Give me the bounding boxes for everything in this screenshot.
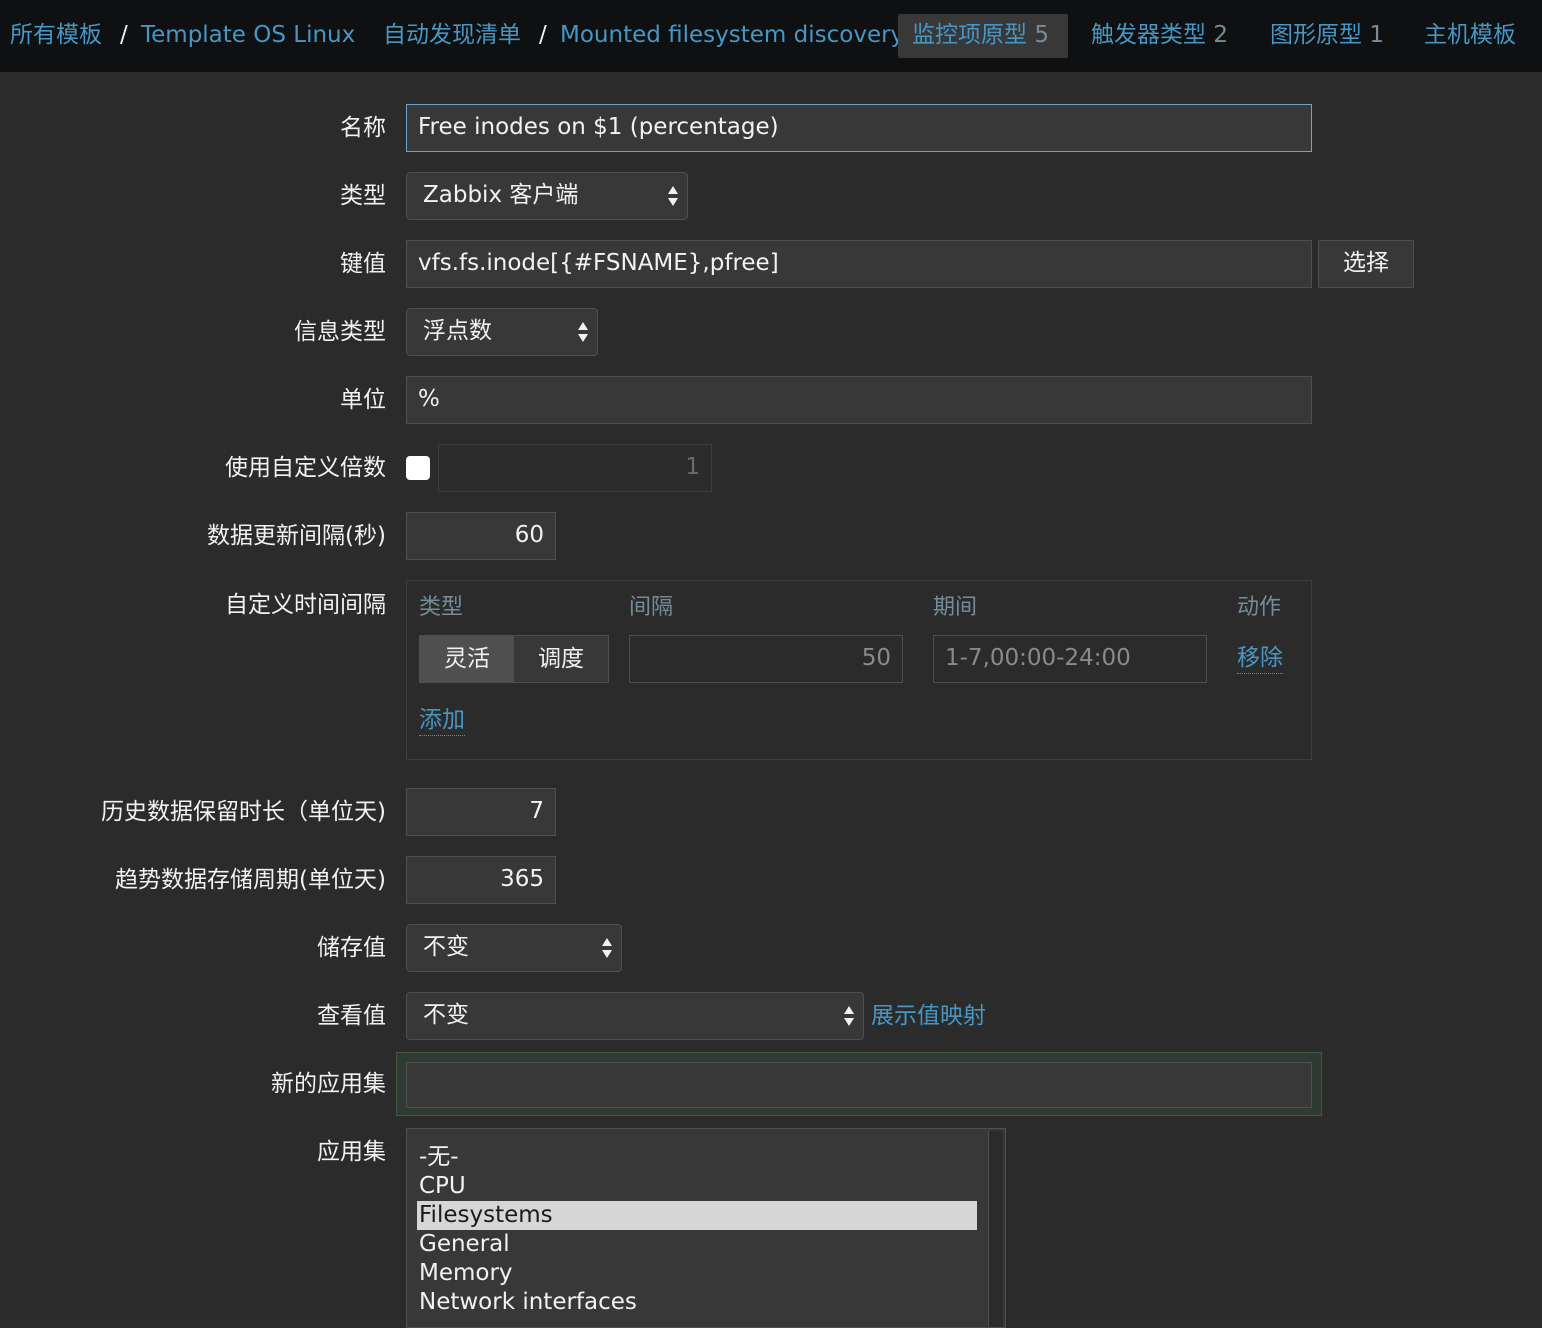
breadcrumb-discovery-rule[interactable]: Mounted filesystem discovery	[560, 20, 904, 50]
multiplier-checkbox[interactable]	[406, 456, 430, 480]
application-option[interactable]: General	[417, 1230, 977, 1259]
tab-item-prototypes[interactable]: 监控项原型 5	[898, 14, 1068, 58]
history-input[interactable]: 7	[406, 788, 556, 836]
new-application-label: 新的应用集	[271, 1071, 386, 1097]
ci-type-toggle: 灵活 调度	[419, 635, 609, 683]
tab-count: 2	[1213, 22, 1228, 48]
show-value-select[interactable]: 不变	[406, 992, 864, 1040]
store-value-label: 储存值	[317, 935, 386, 961]
breadcrumb-separator: /	[120, 22, 128, 48]
multiplier-label: 使用自定义倍数	[225, 455, 386, 481]
application-option[interactable]: -无-	[417, 1143, 977, 1172]
key-input[interactable]: vfs.fs.inode[{#FSNAME},pfree]	[406, 240, 1312, 288]
type-select[interactable]: Zabbix 客户端	[406, 172, 688, 220]
ci-header-action: 动作	[1237, 595, 1282, 620]
breadcrumb-template[interactable]: Template OS Linux	[141, 20, 355, 50]
ci-period-input[interactable]: 1-7,00:00-24:00	[933, 635, 1207, 683]
select-arrows-icon	[602, 938, 612, 958]
ci-type-flexible-button[interactable]: 灵活	[420, 636, 514, 682]
ci-type-scheduling-button[interactable]: 调度	[514, 636, 608, 682]
select-arrows-icon	[844, 1006, 854, 1026]
select-arrows-icon	[668, 186, 678, 206]
new-application-highlight	[396, 1052, 1322, 1116]
units-label: 单位	[340, 387, 386, 413]
ci-interval-input[interactable]: 50	[629, 635, 903, 683]
trends-label: 趋势数据存储周期(单位天)	[115, 867, 386, 893]
ci-header-interval: 间隔	[629, 595, 674, 620]
delay-label: 数据更新间隔(秒)	[207, 523, 386, 549]
ci-header-type: 类型	[419, 595, 464, 620]
tab-label: 主机模板	[1424, 22, 1516, 48]
delay-input[interactable]: 60	[406, 512, 556, 560]
type-select-value: Zabbix 客户端	[423, 182, 579, 208]
custom-intervals-table: 类型 间隔 期间 动作 灵活 调度 50 1-7,00:00-24:00 移除 …	[406, 580, 1312, 760]
tab-graph-prototypes[interactable]: 图形原型 1	[1270, 20, 1384, 50]
store-value-select-value: 不变	[423, 934, 469, 960]
name-label: 名称	[340, 115, 386, 141]
applications-label: 应用集	[317, 1139, 386, 1165]
application-option-selected[interactable]: Filesystems	[417, 1201, 977, 1230]
name-input[interactable]: Free inodes on $1 (percentage)	[406, 104, 1312, 152]
units-input[interactable]: %	[406, 376, 1312, 424]
application-option[interactable]: CPU	[417, 1172, 977, 1201]
application-option[interactable]: Memory	[417, 1259, 977, 1288]
tab-label: 监控项原型	[912, 22, 1027, 48]
application-option[interactable]: Network interfaces	[417, 1288, 977, 1317]
tab-label: 触发器类型	[1091, 22, 1206, 48]
tab-trigger-prototypes[interactable]: 触发器类型 2	[1091, 20, 1228, 50]
value-type-select[interactable]: 浮点数	[406, 308, 598, 356]
tab-count: 5	[1034, 22, 1049, 48]
select-arrows-icon	[578, 322, 588, 342]
show-value-label: 查看值	[317, 1003, 386, 1029]
breadcrumb-discovery-list[interactable]: 自动发现清单	[383, 20, 521, 50]
ci-add-link[interactable]: 添加	[419, 705, 465, 736]
select-key-button[interactable]: 选择	[1318, 240, 1414, 288]
value-type-label: 信息类型	[294, 319, 386, 345]
key-label: 键值	[340, 251, 386, 277]
type-label: 类型	[340, 183, 386, 209]
ci-remove-link[interactable]: 移除	[1237, 643, 1283, 674]
history-label: 历史数据保留时长（单位天)	[101, 799, 386, 825]
listbox-scrollbar[interactable]	[988, 1131, 1003, 1327]
applications-listbox[interactable]: -无- CPU Filesystems General Memory Netwo…	[406, 1128, 1006, 1328]
new-application-input[interactable]	[406, 1062, 1312, 1108]
breadcrumb-all-templates[interactable]: 所有模板	[10, 20, 102, 50]
custom-intervals-label: 自定义时间间隔	[225, 592, 386, 618]
store-value-select[interactable]: 不变	[406, 924, 622, 972]
multiplier-input[interactable]: 1	[438, 444, 712, 492]
tab-host-prototypes[interactable]: 主机模板	[1424, 20, 1516, 50]
tab-count: 1	[1369, 22, 1384, 48]
ci-header-period: 期间	[933, 595, 978, 620]
show-value-mappings-link[interactable]: 展示值映射	[871, 1001, 986, 1031]
breadcrumb-separator: /	[539, 22, 547, 48]
trends-input[interactable]: 365	[406, 856, 556, 904]
top-navigation: 所有模板 / Template OS Linux 自动发现清单 / Mounte…	[0, 0, 1542, 72]
tab-label: 图形原型	[1270, 22, 1362, 48]
value-type-select-value: 浮点数	[423, 318, 492, 344]
show-value-select-value: 不变	[423, 1002, 469, 1028]
